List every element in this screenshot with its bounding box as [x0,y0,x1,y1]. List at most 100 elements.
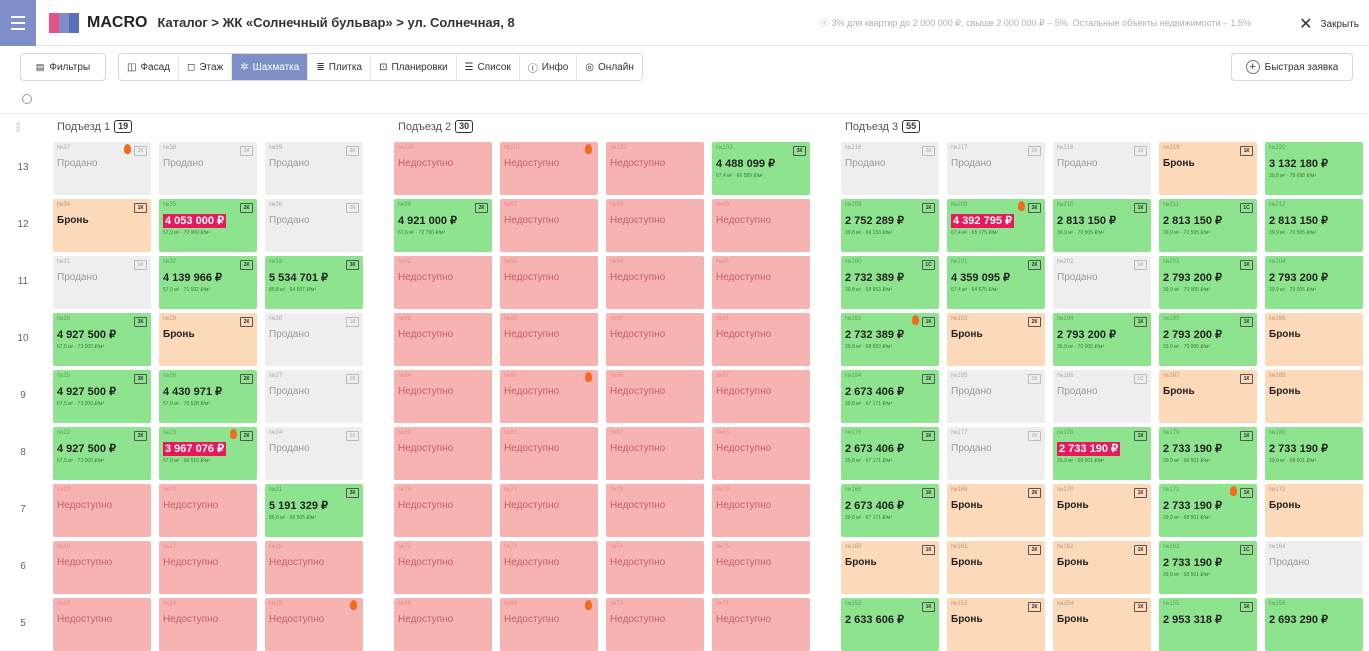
apartment-cell[interactable]: №15 Недоступно [265,598,363,651]
apartment-cell[interactable]: №202 1К Продано [1053,256,1151,309]
filters-button[interactable]: ▤ Фильтры [20,53,106,81]
apartment-cell[interactable]: №208 1К 2 752 289 ₽39,8 м² · 69 153 ₽/м² [841,199,939,252]
apartment-cell[interactable]: №37 2К Продано [53,142,151,195]
apartment-cell[interactable]: №176 1К 2 673 406 ₽39,8 м² · 67 171 ₽/м² [841,427,939,480]
apartment-cell[interactable]: №95 Недоступно [712,256,810,309]
apartment-cell[interactable]: №86 Недоступно [606,370,704,423]
apartment-cell[interactable]: №71 Недоступно [712,598,810,651]
apartment-cell[interactable]: №201 2К 4 359 095 ₽67,4 м² · 64 675 ₽/м² [947,256,1045,309]
apartment-cell[interactable]: №195 1К 2 793 200 ₽39,9 м² · 70 005 ₽/м² [1159,313,1257,366]
apartment-cell[interactable]: №188 Бронь [1265,370,1363,423]
apartment-cell[interactable]: №72 Недоступно [394,541,492,594]
apartment-cell[interactable]: №70 Недоступно [606,598,704,651]
apartment-cell[interactable]: №164 Продано [1265,541,1363,594]
apartment-cell[interactable]: №97 Недоступно [500,199,598,252]
apartment-cell[interactable]: №100 Недоступно [394,142,492,195]
apartment-cell[interactable]: №160 1К Бронь [841,541,939,594]
apartment-cell[interactable]: №196 Бронь [1265,313,1363,366]
tab-floor[interactable]: ◻ Этаж [179,54,233,80]
apartment-cell[interactable]: №220 3 132 180 ₽ 39,8 м² · 78 698 ₽/м² [1265,142,1363,195]
section-header[interactable]: Подъезд 2 30 [398,120,474,133]
apartment-cell[interactable]: №89 Недоступно [500,313,598,366]
apartment-cell[interactable]: №217 2К Продано [947,142,1045,195]
apartment-cell[interactable]: №80 Недоступно [394,427,492,480]
apartment-cell[interactable]: №200 1С 2 732 389 ₽39,8 м² · 68 653 ₽/м² [841,256,939,309]
apartment-cell[interactable]: №13 Недоступно [53,598,151,651]
apartment-cell[interactable]: №169 2К Бронь [947,484,1045,537]
apartment-cell[interactable]: №204 2 793 200 ₽ 39,9 м² · 70 005 ₽/м² [1265,256,1363,309]
apartment-cell[interactable]: №23 2К 3 967 076 ₽57,9 м² · 68 516 ₽/м² [159,427,257,480]
apartment-cell[interactable]: №75 Недоступно [712,541,810,594]
apartment-cell[interactable]: №156 2 693 290 ₽ [1265,598,1363,651]
apartment-cell[interactable]: №77 Недоступно [500,484,598,537]
apartment-cell[interactable]: №163 1С 2 733 190 ₽39,9 м² · 68 501 ₽/м² [1159,541,1257,594]
tab-online[interactable]: ◎ Онлайн [577,54,642,80]
apartment-cell[interactable]: №193 2К Бронь [947,313,1045,366]
apartment-cell[interactable]: №36 3К Продано [265,199,363,252]
close-button[interactable]: ✕ Закрыть [1299,14,1359,34]
apartment-cell[interactable]: №154 1К Бронь [1053,598,1151,651]
apartment-cell[interactable]: №177 2К Продано [947,427,1045,480]
apartment-cell[interactable]: №81 Недоступно [500,427,598,480]
apartment-cell[interactable]: №94 Недоступно [606,256,704,309]
apartment-cell[interactable]: №216 1К Продано [841,142,939,195]
apartment-cell[interactable]: №27 1К Продано [265,370,363,423]
menu-icon[interactable] [0,0,36,46]
apartment-cell[interactable]: №26 2К 4 430 971 ₽57,9 м² · 76 528 ₽/м² [159,370,257,423]
apartment-cell[interactable]: №212 2 813 150 ₽ 39,9 м² · 70 505 ₽/м² [1265,199,1363,252]
breadcrumb[interactable]: Каталог > ЖК «Солнечный бульвар» > ул. С… [157,15,514,30]
apartment-cell[interactable]: №209 2К 4 392 795 ₽67,4 м² · 65 175 ₽/м² [947,199,1045,252]
apartment-cell[interactable]: №19 Недоступно [53,484,151,537]
apartment-cell[interactable]: №90 Недоступно [606,313,704,366]
tab-tiles[interactable]: ≣ Плитка [308,54,372,80]
section-header[interactable]: Подъезд 1 19 [57,120,133,133]
apartment-cell[interactable]: №192 1К 2 732 389 ₽39,8 м² · 68 653 ₽/м² [841,313,939,366]
apartment-cell[interactable]: №103 3К 4 488 099 ₽67,4 м² · 66 589 ₽/м² [712,142,810,195]
section-header[interactable]: Подъезд 3 55 [845,120,921,133]
apartment-cell[interactable]: №14 Недоступно [159,598,257,651]
tab-layouts[interactable]: ⊡ Планировки [371,54,457,80]
tab-list[interactable]: ☰ Список [457,54,520,80]
apartment-cell[interactable]: №162 1К Бронь [1053,541,1151,594]
apartment-cell[interactable]: №218 1К Продано [1053,142,1151,195]
tab-info[interactable]: ⓘ Инфо [520,54,578,80]
apartment-cell[interactable]: №102 Недоступно [606,142,704,195]
apartment-cell[interactable]: №78 Недоступно [606,484,704,537]
apartment-cell[interactable]: №91 Недоступно [712,313,810,366]
apartment-cell[interactable]: №85 Недоступно [500,370,598,423]
apartment-cell[interactable]: №194 1К 2 793 200 ₽39,9 м² · 70 005 ₽/м² [1053,313,1151,366]
apartment-cell[interactable]: №210 1К 2 813 150 ₽39,9 м² · 70 505 ₽/м² [1053,199,1151,252]
apartment-cell[interactable]: №16 Недоступно [53,541,151,594]
apartment-cell[interactable]: №184 1К 2 673 406 ₽39,8 м² · 67 171 ₽/м² [841,370,939,423]
apartment-cell[interactable]: №76 Недоступно [394,484,492,537]
apartment-cell[interactable]: №88 Недоступно [394,313,492,366]
apartment-cell[interactable]: №22 2К 4 927 500 ₽67,5 м² · 73 000 ₽/м² [53,427,151,480]
apartment-cell[interactable]: №99 Недоступно [712,199,810,252]
apartment-cell[interactable]: №96 2К 4 921 000 ₽67,6 м² · 72 796 ₽/м² [394,199,492,252]
apartment-cell[interactable]: №153 2К Бронь [947,598,1045,651]
apartment-cell[interactable]: №82 Недоступно [606,427,704,480]
apartment-cell[interactable]: №38 2К Продано [159,142,257,195]
apartment-cell[interactable]: №84 Недоступно [394,370,492,423]
apartment-cell[interactable]: №17 Недоступно [159,541,257,594]
tab-facade[interactable]: ◫ Фасад [119,54,180,80]
tab-chessboard[interactable]: ✲ Шахматка [232,54,309,80]
apartment-cell[interactable]: №187 1К Бронь [1159,370,1257,423]
apartment-cell[interactable]: №35 2К 4 053 000 ₽57,9 м² · 70 000 ₽/м² [159,199,257,252]
apartment-cell[interactable]: №28 3К 4 927 500 ₽67,5 м² · 73 000 ₽/м² [53,313,151,366]
apartment-cell[interactable]: №68 Недоступно [394,598,492,651]
apartment-cell[interactable]: №219 1К Бронь [1159,142,1257,195]
apartment-cell[interactable]: №170 1К Бронь [1053,484,1151,537]
apartment-cell[interactable]: №92 Недоступно [394,256,492,309]
apartment-cell[interactable]: №155 1К 2 953 318 ₽ [1159,598,1257,651]
apartment-cell[interactable]: №79 Недоступно [712,484,810,537]
apartment-cell[interactable]: №179 1К 2 733 190 ₽39,9 м² · 68 501 ₽/м² [1159,427,1257,480]
apartment-cell[interactable]: №211 1С 2 813 150 ₽39,9 м² · 70 505 ₽/м² [1159,199,1257,252]
apartment-cell[interactable]: №39 3К Продано [265,142,363,195]
apartment-cell[interactable]: №101 Недоступно [500,142,598,195]
apartment-cell[interactable]: №203 1К 2 793 200 ₽39,9 м² · 70 005 ₽/м² [1159,256,1257,309]
apartment-cell[interactable]: №186 1С Продано [1053,370,1151,423]
compass-icon[interactable] [22,94,32,104]
apartment-cell[interactable]: №33 3К 5 534 701 ₽85,8 м² · 64 507 ₽/м² [265,256,363,309]
apartment-cell[interactable]: №168 1К 2 673 406 ₽39,8 м² · 67 171 ₽/м² [841,484,939,537]
